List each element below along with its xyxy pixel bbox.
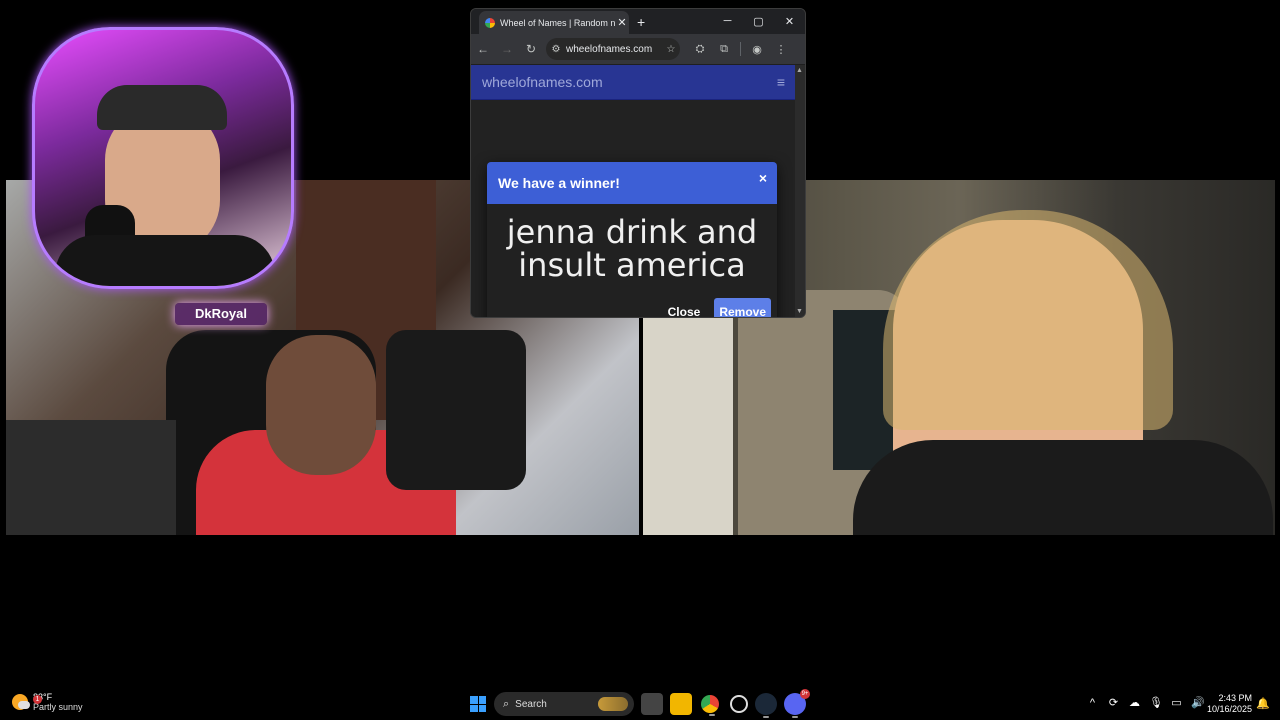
system-tray: ^ ⟳ ☁ 🎙 ▭ 🔊 xyxy=(1086,696,1205,710)
chrome-icon[interactable] xyxy=(701,695,719,716)
desk-equipment xyxy=(6,420,176,535)
microphone-icon[interactable]: 🎙 xyxy=(1149,696,1163,709)
toolbar-divider xyxy=(740,42,741,56)
volume-icon[interactable]: 🔊 xyxy=(1191,696,1205,709)
partly-sunny-icon xyxy=(12,694,30,710)
person-head xyxy=(266,335,376,475)
dialog-close-icon[interactable]: × xyxy=(759,170,767,186)
new-tab-button[interactable]: + xyxy=(637,14,645,30)
scroll-up-arrow-icon[interactable]: ▲ xyxy=(796,67,803,74)
wheel-favicon-icon xyxy=(485,17,495,28)
address-bar[interactable]: ⚙ wheelofnames.com ☆ xyxy=(546,38,680,60)
cloud-icon[interactable]: ☁ xyxy=(1128,696,1141,709)
bookmark-star-icon[interactable]: ☆ xyxy=(662,44,680,55)
minimize-button[interactable]: ─ xyxy=(712,15,743,28)
wall-door xyxy=(643,310,733,535)
search-highlight-icon xyxy=(598,697,628,711)
page-viewport: wheelofnames.com ≡ We have a winner! × j… xyxy=(471,65,795,317)
maximize-button[interactable]: ▢ xyxy=(743,15,774,28)
dialog-actions: Close Remove xyxy=(668,298,771,317)
chair-back xyxy=(386,330,526,490)
clock-date: 10/16/2025 xyxy=(1207,704,1253,714)
sync-icon[interactable]: ⟳ xyxy=(1107,696,1120,709)
file-explorer-icon[interactable] xyxy=(670,693,692,715)
streamer-cam-overlay xyxy=(32,27,294,289)
steam-icon[interactable] xyxy=(755,693,777,718)
streamer-cap xyxy=(97,85,227,130)
winner-dialog: We have a winner! × jenna drink and insu… xyxy=(487,162,777,317)
winner-name: jenna drink and insult america xyxy=(506,213,758,284)
discord-badge: 9+ xyxy=(800,689,810,699)
search-icon: ⌕ xyxy=(503,697,510,710)
scroll-down-arrow-icon[interactable]: ▼ xyxy=(796,308,803,315)
clock-time: 2:43 PM xyxy=(1218,693,1253,703)
browser-window: Wheel of Names | Random nam ✕ + ─ ▢ ✕ ← … xyxy=(470,8,806,318)
streamer-shirt xyxy=(55,235,275,286)
taskbar: 1 83°F Partly sunny ⌕ Search 9+ ^ ⟳ ☁ 🎙 … xyxy=(0,688,1280,720)
profile-icon[interactable]: ◉ xyxy=(745,43,769,56)
hamburger-menu-icon[interactable]: ≡ xyxy=(777,74,785,90)
person-hair xyxy=(883,210,1173,430)
clock[interactable]: 2:43 PM 10/16/2025 xyxy=(1207,693,1252,715)
winner-dialog-header: We have a winner! × xyxy=(487,162,777,204)
neon-name-sign: DkRoyal xyxy=(175,303,267,325)
url-text: wheelofnames.com xyxy=(566,43,653,55)
person-black-top xyxy=(853,440,1273,535)
search-label: Search xyxy=(515,698,547,710)
taskbar-apps: ⌕ Search 9+ xyxy=(468,689,810,718)
close-window-button[interactable]: ✕ xyxy=(774,15,805,28)
tray-chevron-icon[interactable]: ^ xyxy=(1086,697,1099,709)
tab-wheel-of-names[interactable]: Wheel of Names | Random nam ✕ xyxy=(479,11,629,34)
tab-strip: Wheel of Names | Random nam ✕ + ─ ▢ ✕ xyxy=(471,9,805,34)
weather-condition: Partly sunny xyxy=(33,702,83,712)
close-button[interactable]: Close xyxy=(668,305,701,317)
browser-menu-icon[interactable]: ⋮ xyxy=(769,43,793,56)
back-button[interactable]: ← xyxy=(471,42,495,56)
tab-title: Wheel of Names | Random nam xyxy=(500,17,615,28)
browser-toolbar: ← → ↻ ⚙ wheelofnames.com ☆ ⛭ ⧉ ◉ ⋮ xyxy=(471,34,805,64)
task-view-icon[interactable] xyxy=(641,693,663,715)
obs-icon[interactable] xyxy=(730,695,748,713)
site-header: wheelofnames.com ≡ xyxy=(471,65,795,100)
window-controls: ─ ▢ ✕ xyxy=(712,15,805,28)
page-scrollbar[interactable]: ▲ ▼ xyxy=(795,65,805,317)
notification-bell-icon[interactable]: 🔔 xyxy=(1256,697,1270,710)
winner-dialog-title: We have a winner! xyxy=(498,175,620,191)
forward-button[interactable]: → xyxy=(495,42,519,56)
site-info-icon[interactable]: ⚙ xyxy=(546,44,566,55)
taskbar-search[interactable]: ⌕ Search xyxy=(494,692,634,716)
reload-button[interactable]: ↻ xyxy=(519,42,543,56)
extensions-icon[interactable]: ⛭ xyxy=(688,43,712,56)
tab-close-icon[interactable]: ✕ xyxy=(615,16,629,29)
tab-search-icon[interactable]: ⧉ xyxy=(712,43,736,56)
network-icon[interactable]: ▭ xyxy=(1170,696,1183,709)
weather-widget[interactable]: 1 83°F Partly sunny xyxy=(12,692,83,712)
discord-icon[interactable]: 9+ xyxy=(784,689,810,718)
windows-start-icon[interactable] xyxy=(470,696,486,712)
site-logo[interactable]: wheelofnames.com xyxy=(482,74,603,90)
weather-badge: 1 xyxy=(33,695,42,704)
remove-button[interactable]: Remove xyxy=(714,298,771,317)
